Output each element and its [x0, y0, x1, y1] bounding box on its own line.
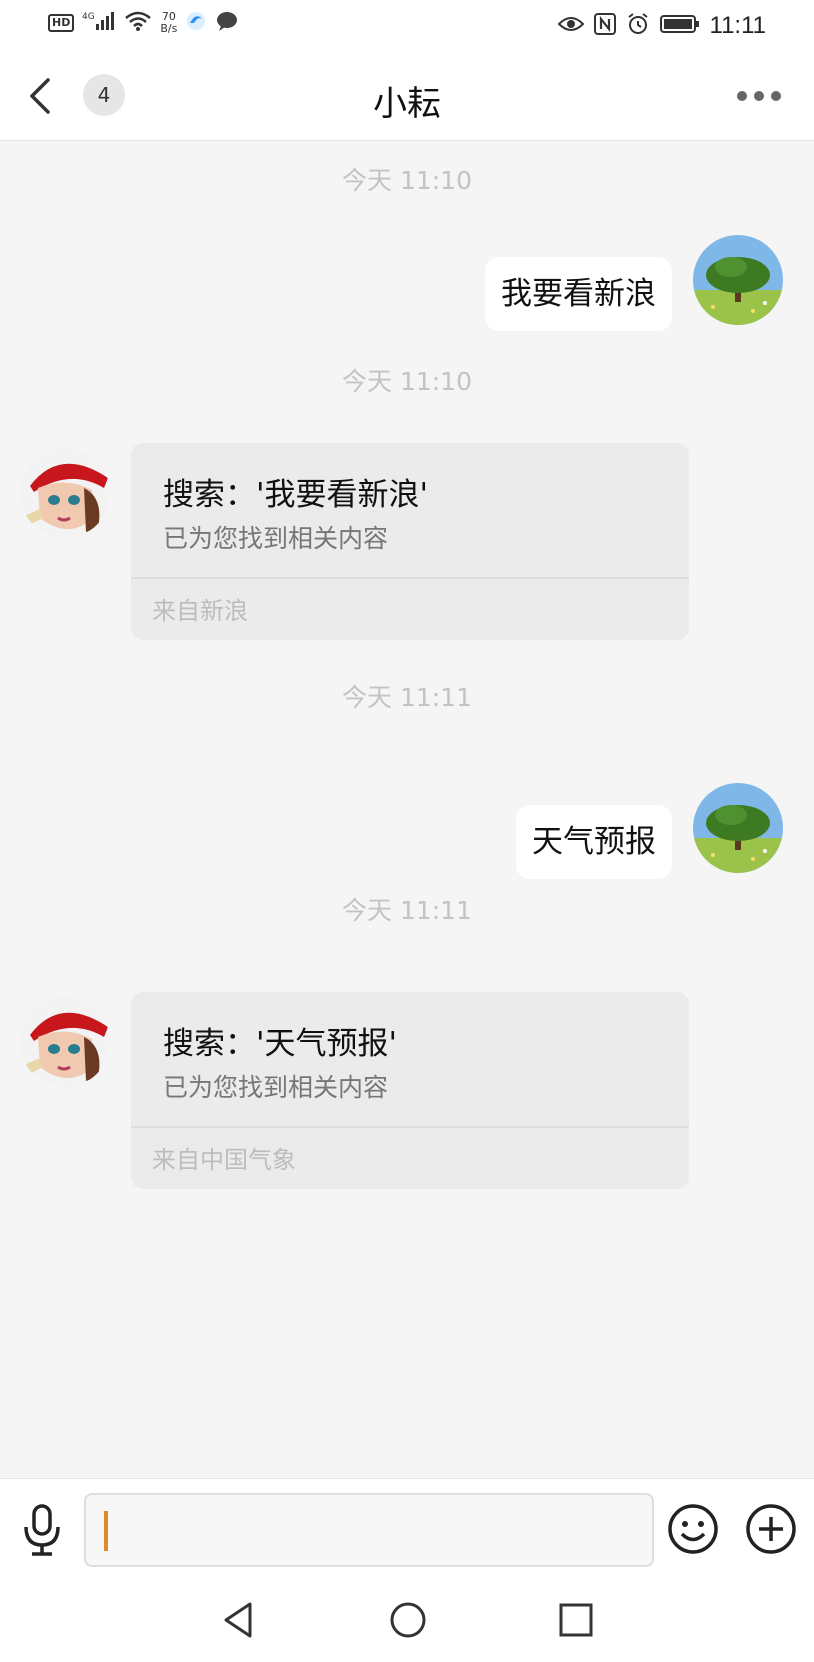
chat-notification-icon: [215, 10, 239, 36]
battery-icon: [659, 14, 700, 38]
alarm-icon: [626, 12, 650, 40]
message-input[interactable]: [84, 1493, 654, 1567]
emoji-icon[interactable]: [667, 1503, 719, 1555]
status-left: HD 4G 70 B/s: [48, 10, 239, 36]
card-source: 来自中国气象: [152, 1146, 296, 1174]
plus-icon[interactable]: [745, 1503, 797, 1555]
signal-icon: 4G: [82, 10, 116, 36]
chat-area[interactable]: 今天 11:10 我要看新浪 今天 11:10 搜索：'我要看新浪' 已为您找到…: [0, 141, 814, 1478]
user-message-bubble[interactable]: 我要看新浪: [485, 257, 672, 331]
status-bar: HD 4G 70 B/s 11:11: [0, 0, 814, 52]
user-message-bubble[interactable]: 天气预报: [516, 805, 672, 879]
card-title: 搜索：'天气预报': [163, 1026, 398, 1062]
card-subtitle: 已为您找到相关内容: [163, 524, 389, 553]
svg-text:4G: 4G: [82, 12, 95, 22]
bot-result-card[interactable]: 搜索：'天气预报' 已为您找到相关内容 来自中国气象: [131, 992, 689, 1189]
hd-icon: HD: [48, 14, 75, 32]
girl-avatar[interactable]: [20, 997, 110, 1087]
navigation-bar: [0, 1578, 814, 1662]
nfc-icon: [593, 13, 616, 39]
card-source: 来自新浪: [152, 597, 248, 625]
nav-back-icon[interactable]: [220, 1600, 256, 1640]
nav-home-icon[interactable]: [388, 1600, 428, 1640]
card-body[interactable]: 搜索：'天气预报' 已为您找到相关内容: [131, 992, 689, 1126]
timestamp: 今天 11:11: [342, 896, 472, 925]
input-bar: [0, 1478, 814, 1579]
card-subtitle: 已为您找到相关内容: [163, 1073, 389, 1102]
tree-avatar[interactable]: [693, 235, 783, 325]
girl-avatar[interactable]: [20, 448, 110, 538]
timestamp: 今天 11:10: [342, 367, 472, 396]
wifi-icon: [124, 10, 152, 36]
page-title: 小耘: [373, 84, 441, 124]
network-speed: 70 B/s: [160, 11, 177, 35]
status-right: 11:11: [557, 12, 767, 40]
chat-header: 4 小耘: [0, 52, 814, 141]
browser-icon: [185, 10, 207, 36]
card-title: 搜索：'我要看新浪': [163, 477, 429, 513]
card-body[interactable]: 搜索：'我要看新浪' 已为您找到相关内容: [131, 443, 689, 577]
microphone-icon[interactable]: [20, 1503, 64, 1557]
nav-recent-icon[interactable]: [558, 1600, 594, 1640]
card-divider: [131, 1126, 689, 1128]
card-divider: [131, 577, 689, 579]
text-caret: [104, 1511, 108, 1551]
more-dots-icon[interactable]: [734, 88, 784, 104]
timestamp: 今天 11:11: [342, 683, 472, 712]
tree-avatar[interactable]: [693, 783, 783, 873]
status-time: 11:11: [709, 12, 767, 39]
bot-result-card[interactable]: 搜索：'我要看新浪' 已为您找到相关内容 来自新浪: [131, 443, 689, 640]
timestamp: 今天 11:10: [342, 166, 472, 195]
eye-icon: [557, 14, 584, 38]
network-speed-unit: B/s: [160, 22, 178, 35]
